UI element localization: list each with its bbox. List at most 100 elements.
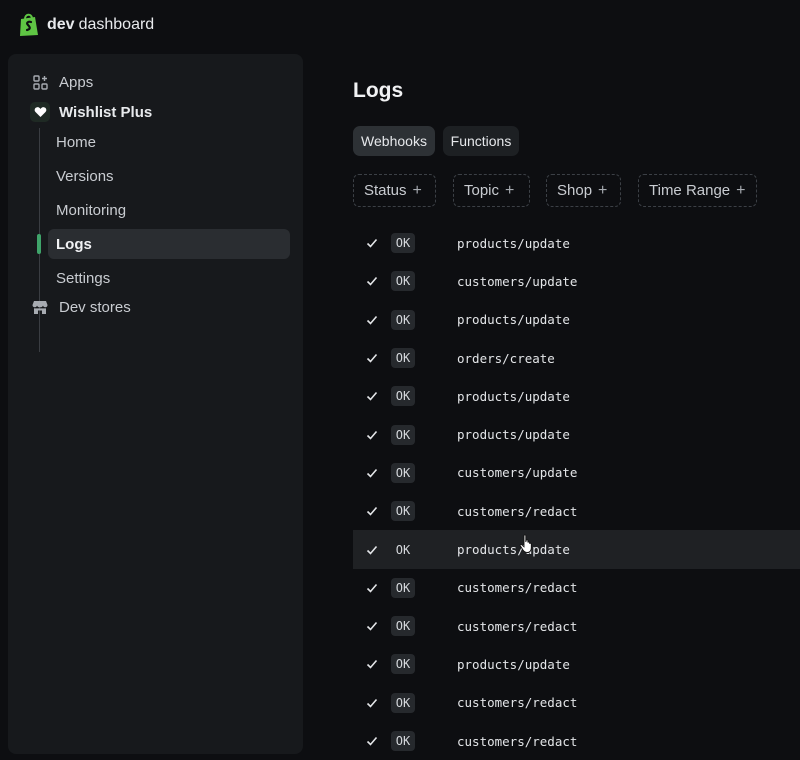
log-row[interactable]: OK customers/redact (353, 569, 800, 607)
log-topic: products/update (457, 312, 570, 328)
log-topic: customers/redact (457, 580, 578, 596)
log-row[interactable]: OK customers/update (353, 262, 800, 300)
sidebar-item-label: Apps (59, 73, 94, 91)
app-name: Wishlist Plus (59, 103, 153, 121)
log-topic: customers/redact (457, 618, 578, 634)
plus-icon: + (598, 181, 608, 199)
brand-name[interactable]: dev dashboard (47, 16, 154, 34)
filter-label: Shop (557, 182, 593, 199)
filter-label: Status (364, 182, 407, 199)
log-topic: customers/redact (457, 695, 578, 711)
log-row[interactable]: OK products/update (353, 224, 800, 262)
filter-label: Time Range (649, 182, 731, 199)
log-topic: customers/redact (457, 733, 578, 749)
checkmark-icon (366, 583, 378, 593)
log-topic: products/update (457, 656, 570, 672)
log-topic: products/update (457, 427, 570, 443)
checkmark-icon (366, 660, 378, 670)
status-badge: OK (391, 462, 415, 483)
status-badge: OK (391, 616, 415, 637)
log-row[interactable]: OK customers/redact (353, 607, 800, 645)
sidebar-item-settings[interactable]: Settings (48, 263, 290, 293)
log-row[interactable]: OK products/update (353, 645, 800, 683)
main-content: Logs Webhooks Functions Status + Topic + S… (353, 0, 800, 751)
log-row[interactable]: OK customers/redact (353, 684, 800, 722)
log-row[interactable]: OK products/update (353, 301, 800, 339)
filter-status[interactable]: Status + (353, 174, 436, 207)
plus-icon: + (505, 181, 515, 199)
sidebar-item-label: Dev stores (59, 298, 131, 316)
tab-label: Webhooks (361, 133, 427, 149)
tab-functions[interactable]: Functions (443, 126, 519, 156)
log-topic: products/update (457, 388, 570, 404)
sidebar-item-label: Versions (56, 167, 114, 185)
store-icon (32, 299, 48, 315)
checkmark-icon (366, 315, 378, 325)
sidebar-item-apps[interactable]: Apps (32, 70, 93, 94)
status-badge: OK (395, 542, 411, 557)
status-badge: OK (391, 731, 415, 751)
checkmark-icon (366, 736, 378, 746)
tab-webhooks[interactable]: Webhooks (353, 126, 435, 156)
filter-topic[interactable]: Topic + (453, 174, 530, 207)
brand-name-rest: dashboard (78, 16, 155, 33)
status-badge: OK (391, 692, 415, 713)
logs-list: OK products/update OK customers/update O… (353, 224, 800, 760)
status-badge: OK (391, 309, 415, 330)
active-indicator (37, 234, 41, 254)
brand-name-bold: dev (47, 16, 75, 33)
status-badge: OK (391, 577, 415, 598)
checkmark-icon (366, 507, 378, 516)
status-badge: OK (391, 233, 415, 254)
log-row[interactable]: OK products/update (353, 415, 800, 453)
sidebar-item-label: Settings (56, 269, 111, 287)
log-row[interactable]: OK orders/create (353, 339, 800, 377)
sidebar-item-logs[interactable]: Logs (48, 229, 290, 259)
sidebar-item-versions[interactable]: Versions (48, 161, 290, 191)
checkmark-icon (366, 392, 378, 402)
sidebar-item-dev-stores[interactable]: Dev stores (32, 295, 131, 319)
checkmark-icon (366, 430, 378, 440)
log-row[interactable]: OK customers/redact (353, 492, 800, 530)
status-badge: OK (391, 271, 415, 292)
sidebar-item-home[interactable]: Home (48, 127, 290, 157)
log-topic: orders/create (457, 350, 555, 366)
sidebar-item-label: Home (56, 133, 97, 151)
sidebar: Apps Wishlist Plus Home Versions Monitor… (8, 54, 303, 754)
checkmark-icon (366, 277, 378, 287)
checkmark-icon (366, 545, 378, 555)
filter-shop[interactable]: Shop + (546, 174, 621, 207)
checkmark-icon (366, 468, 378, 478)
log-topic: customers/update (457, 273, 578, 289)
sidebar-item-label: Logs (56, 235, 92, 253)
checkmark-icon (366, 622, 378, 631)
log-row[interactable]: OK products/update (353, 530, 800, 569)
plus-icon: + (736, 181, 746, 199)
log-row[interactable]: OK customers/redact (353, 722, 800, 760)
checkmark-icon (366, 698, 378, 708)
sidebar-app-wishlist-plus[interactable]: Wishlist Plus (30, 100, 153, 124)
status-badge: OK (391, 654, 415, 675)
log-topic: products/update (457, 542, 570, 558)
heart-icon (30, 102, 50, 122)
log-topic: customers/redact (457, 503, 578, 519)
tab-label: Functions (450, 133, 512, 149)
checkmark-icon (366, 354, 378, 363)
filter-label: Topic (464, 182, 500, 199)
checkmark-icon (366, 239, 378, 248)
log-row[interactable]: OK products/update (353, 377, 800, 415)
status-badge: OK (391, 348, 415, 369)
plus-icon: + (412, 181, 422, 199)
log-topic: customers/update (457, 465, 578, 481)
filter-time-range[interactable]: Time Range + (638, 174, 757, 207)
sidebar-item-monitoring[interactable]: Monitoring (48, 195, 290, 225)
log-topic: products/update (457, 235, 570, 251)
page-title: Logs (353, 79, 404, 102)
sidebar-item-label: Monitoring (56, 201, 127, 219)
status-badge: OK (391, 386, 415, 407)
log-row[interactable]: OK customers/update (353, 454, 800, 492)
apps-grid-icon (32, 74, 48, 90)
shopify-bag-icon[interactable] (17, 12, 41, 38)
status-badge: OK (391, 424, 415, 445)
status-badge: OK (391, 501, 415, 522)
